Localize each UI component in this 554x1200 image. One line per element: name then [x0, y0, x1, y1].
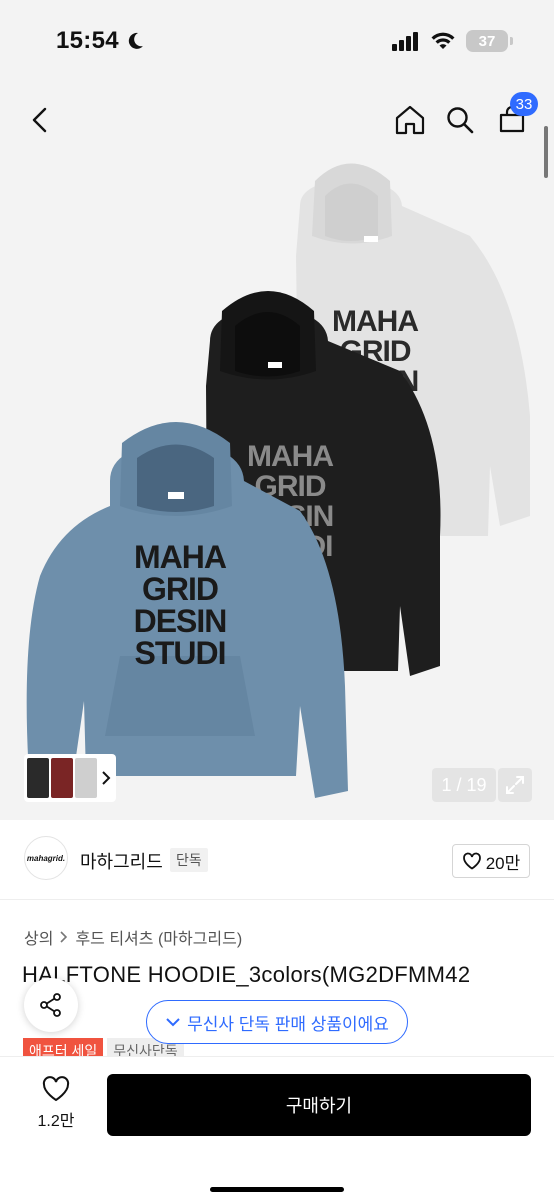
exclusive-notice-text: 무신사 단독 판매 상품이에요 — [187, 1014, 389, 1034]
chevron-right-icon — [102, 771, 111, 785]
thumbnail[interactable] — [27, 758, 49, 798]
blue-hoodie-print-4: STUDI — [135, 635, 226, 671]
black-hoodie-print-1: MAHA — [247, 440, 333, 473]
home-indicator — [210, 1187, 344, 1192]
bottom-action-bar: 1.2만 구매하기 — [0, 1056, 554, 1200]
moon-icon — [128, 32, 143, 49]
chevron-right-icon — [60, 931, 68, 943]
heart-icon — [42, 1076, 70, 1102]
breadcrumb-item[interactable]: 후드 티셔츠 (마하그리드) — [75, 925, 242, 949]
cellular-signal-icon — [392, 32, 418, 51]
blue-hoodie-print-1: MAHA — [134, 539, 227, 575]
wifi-icon — [431, 32, 455, 49]
brand-logo[interactable]: mahagrid. — [24, 836, 68, 880]
brand-name[interactable]: 마하그리드 — [80, 848, 163, 874]
share-button[interactable] — [24, 978, 78, 1032]
blue-hoodie-print-3: DESIN — [134, 603, 227, 639]
status-bar: 15:54 37 — [0, 0, 554, 86]
product-image: MAHA GRID DESIN STUDI MAHA GRID DESIN ST… — [26, 163, 530, 798]
breadcrumb: 상의 후드 티셔츠 (마하그리드) — [24, 925, 242, 949]
heart-icon — [462, 852, 481, 870]
thumbnail[interactable] — [75, 758, 97, 798]
product-gallery[interactable]: 33 MAHA GRID DESIN STUDI MAHA GRID DESIN… — [0, 86, 554, 820]
brand-exclusive-tag: 단독 — [170, 848, 208, 872]
thumbnail-strip[interactable] — [24, 754, 116, 802]
breadcrumb-item[interactable]: 상의 — [24, 925, 53, 949]
status-indicators: 37 — [392, 30, 513, 52]
wishlist-count: 1.2만 — [37, 1113, 75, 1130]
share-icon — [40, 993, 61, 1017]
fullscreen-button[interactable] — [498, 768, 532, 802]
battery-icon: 37 — [466, 30, 513, 52]
gray-hoodie-print-1: MAHA — [332, 305, 418, 338]
brand-row: mahagrid. 마하그리드 단독 20만 — [0, 820, 554, 900]
blue-hoodie-print-2: GRID — [142, 571, 218, 607]
status-time: 15:54 — [56, 27, 145, 55]
brand-like-count: 20만 — [485, 853, 521, 873]
buy-button[interactable]: 구매하기 — [107, 1074, 531, 1136]
expand-icon — [506, 776, 524, 794]
thumbnail[interactable] — [51, 758, 73, 798]
chevron-down-icon — [166, 1018, 180, 1027]
exclusive-notice-pill[interactable]: 무신사 단독 판매 상품이에요 — [146, 1000, 408, 1044]
brand-like-button[interactable]: 20만 — [452, 844, 530, 878]
wishlist-button[interactable]: 1.2만 — [26, 1075, 86, 1135]
image-counter: 1 / 19 — [432, 768, 496, 802]
product-title: HALFTONE HOODIE_3colors(MG2DFMM42 — [22, 962, 471, 987]
